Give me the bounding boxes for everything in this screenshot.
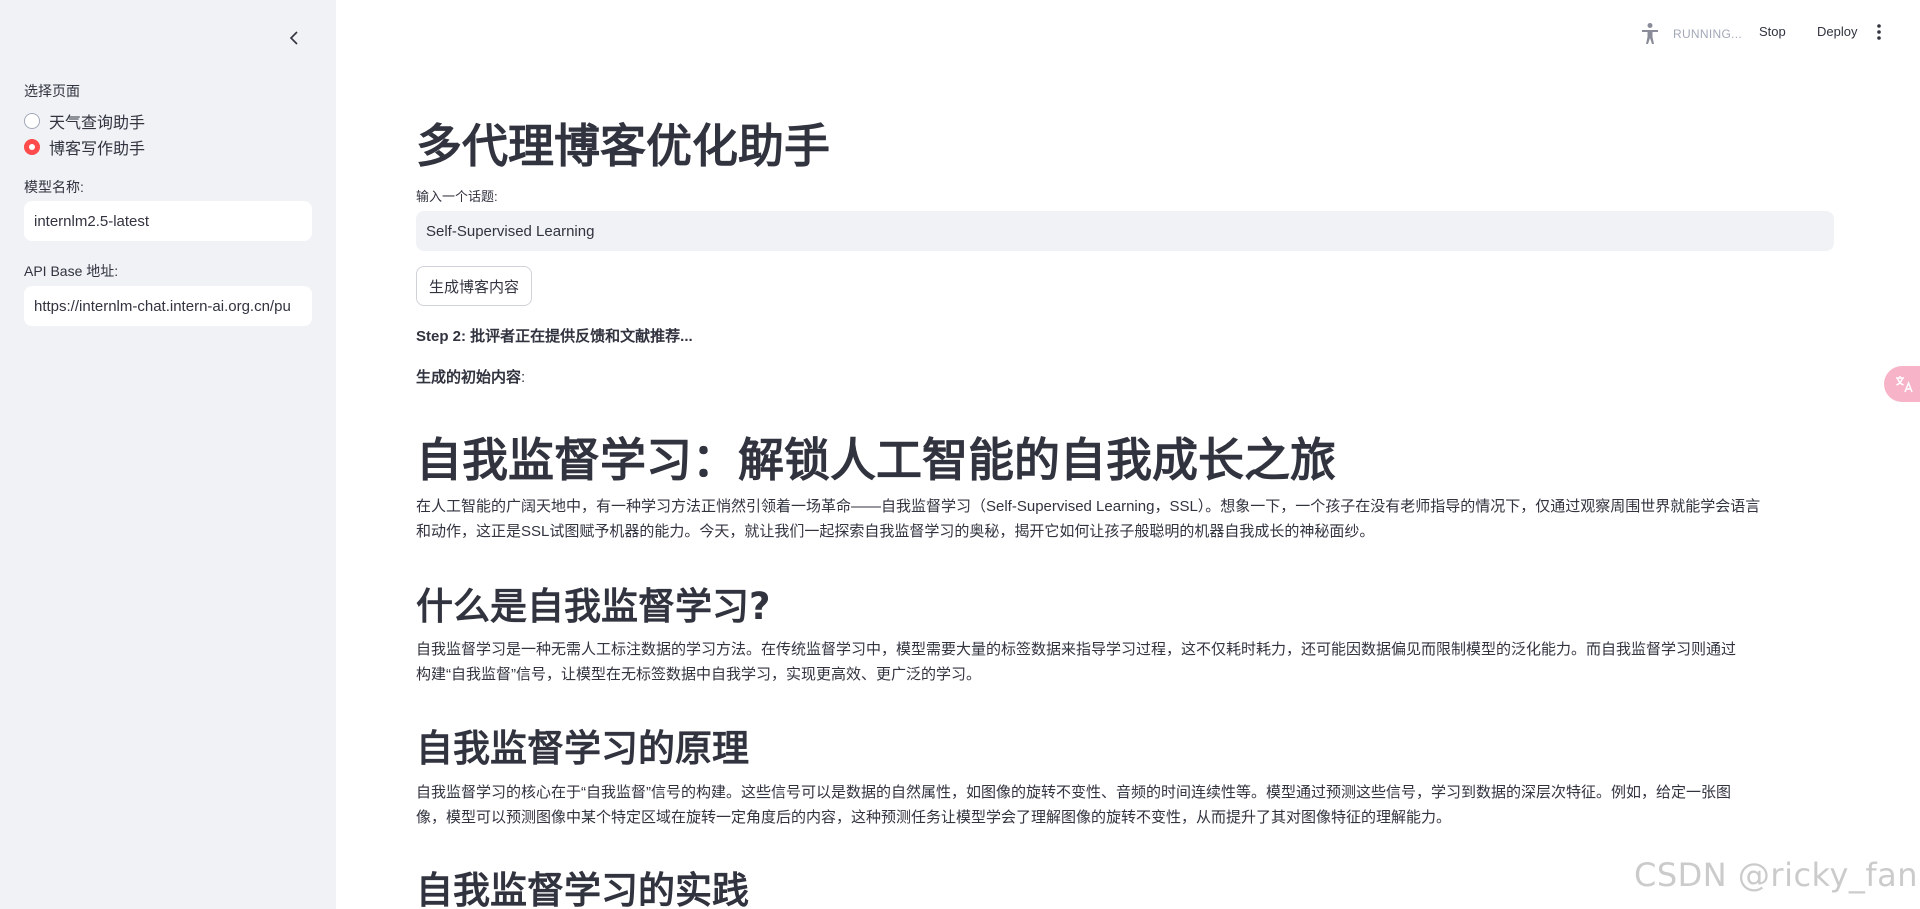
radio-blog-assistant[interactable]: 博客写作助手	[24, 135, 145, 159]
page-title: 多代理博客优化助手	[416, 119, 830, 173]
model-name-label: 模型名称:	[24, 179, 84, 195]
article-intro-line: 在人工智能的广阔天地中，有一种学习方法正悄然引领着一场革命——自我监督学习（Se…	[416, 498, 1761, 515]
section-what-line: 构建“自我监督”信号，让模型在无标签数据中自我学习，实现更高效、更广泛的学习。	[416, 666, 981, 683]
stop-button[interactable]: Stop	[1759, 24, 1786, 39]
step-status-text: Step 2: 批评者正在提供反馈和文献推荐...	[416, 328, 693, 345]
topic-input[interactable]: Self-Supervised Learning	[416, 211, 1834, 251]
api-base-input[interactable]: https://internlm-chat.intern-ai.org.cn/p…	[24, 286, 312, 326]
radio-label: 博客写作助手	[49, 141, 146, 158]
page-select-label: 选择页面	[24, 83, 80, 99]
generate-blog-button[interactable]: 生成博客内容	[416, 266, 533, 306]
initial-content-label: 生成的初始内容:	[416, 366, 525, 387]
sidebar: 选择页面 天气查询助手 博客写作助手 模型名称: internlm2.5-lat…	[0, 0, 336, 909]
radio-label: 天气查询助手	[49, 115, 146, 132]
collapse-sidebar-button[interactable]	[284, 26, 304, 50]
radio-button-selected[interactable]	[24, 139, 40, 155]
section-principle-line: 自我监督学习的核心在于“自我监督”信号的构建。这些信号可以是数据的自然属性，如图…	[416, 784, 1731, 801]
running-person-icon	[1640, 22, 1660, 49]
translate-button[interactable]	[1884, 366, 1920, 402]
section-what-line: 自我监督学习是一种无需人工标注数据的学习方法。在传统监督学习中，模型需要大量的标…	[416, 641, 1737, 658]
model-name-input[interactable]: internlm2.5-latest	[24, 201, 312, 241]
article-intro-line: 和动作，这正是SSL试图赋予机器的能力。今天，就让我们一起探索自我监督学习的奥秘…	[416, 523, 1375, 540]
initial-content-colon: :	[521, 369, 526, 386]
translate-icon	[1896, 376, 1913, 393]
watermark: CSDN @ricky_fan	[1634, 856, 1919, 894]
section-heading-what: 什么是自我监督学习?	[416, 585, 771, 628]
article-title: 自我监督学习：解锁人工智能的自我成长之旅	[416, 433, 1336, 487]
radio-button[interactable]	[24, 113, 40, 129]
chevron-left-icon	[289, 31, 298, 45]
running-status: RUNNING...	[1673, 27, 1742, 41]
radio-weather-assistant[interactable]: 天气查询助手	[24, 109, 145, 133]
section-heading-principle: 自我监督学习的原理	[416, 727, 749, 770]
topic-label: 输入一个话题:	[416, 189, 498, 204]
more-vertical-icon[interactable]	[1876, 23, 1882, 44]
section-principle-line: 像，模型可以预测图像中某个特定区域在旋转一定角度后的内容，这种预测任务让模型学会…	[416, 809, 1452, 826]
initial-content-label-text: 生成的初始内容	[416, 369, 522, 386]
api-base-label: API Base 地址:	[24, 263, 119, 279]
section-heading-practice: 自我监督学习的实践	[416, 869, 749, 909]
deploy-button[interactable]: Deploy	[1817, 24, 1857, 39]
